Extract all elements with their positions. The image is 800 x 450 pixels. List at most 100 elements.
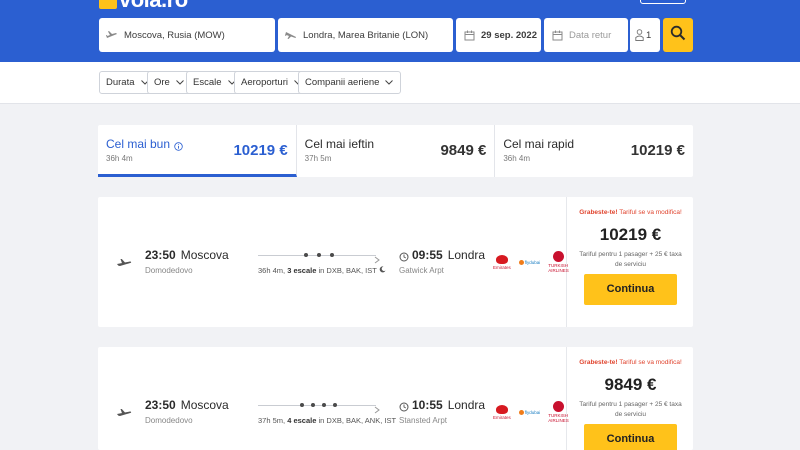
departure-date-field[interactable]: 29 sep. 2022: [456, 18, 541, 52]
departure-airport: Domodedovo: [145, 416, 193, 425]
plane-icon: [116, 255, 132, 267]
plane-depart-icon: [105, 28, 119, 42]
route-info: 37h 5m, 4 escale in DXB, BAK, ANK, IST: [258, 416, 396, 425]
departure-city: Moscova: [180, 248, 229, 262]
account-menu[interactable]: [640, 0, 686, 4]
arrival-city: Londra: [447, 248, 486, 262]
filter-label: Aeroporturi: [241, 77, 288, 88]
arrival-time: 10:55: [412, 398, 443, 412]
fare-note: Tariful pentru 1 pasager + 25 € taxa de …: [579, 401, 682, 418]
filters-bar: Durata Ore Escale Aeroporturi Companii a…: [0, 62, 800, 104]
plane-arrive-icon: [284, 28, 298, 42]
emirates-logo: Emirates: [493, 254, 511, 270]
fare-price: 9849 €: [604, 375, 657, 394]
plane-icon: [116, 405, 132, 417]
tab-title: Cel mai rapid: [503, 137, 575, 151]
tab-title: Cel mai ieftin: [304, 137, 375, 151]
route-line: [258, 248, 382, 264]
stops-count: 3 escale: [287, 266, 317, 275]
arrival-airport: Stansted Arpt: [399, 416, 448, 425]
flight-duration: 36h 4m,: [258, 266, 286, 275]
fare-warning: Grabeste-te! Tariful se va modifica!: [579, 209, 682, 216]
filter-label: Escale: [193, 77, 222, 88]
chevron-down-icon: [384, 78, 394, 88]
person-icon: [634, 28, 644, 42]
search-icon: [670, 25, 686, 46]
fare-warning: Grabeste-te! Tariful se va modifica!: [579, 359, 682, 366]
departure-time: 23:50: [145, 248, 176, 262]
flydubai-logo: flydubai: [518, 409, 540, 415]
stop-dot: [304, 253, 308, 257]
stop-dot: [300, 403, 304, 407]
route-info: 36h 4m, 3 escale in DXB, BAK, IST: [258, 266, 386, 275]
tab-fastest[interactable]: Cel mai rapid 36h 4m 10219 €: [495, 125, 693, 177]
passengers-count: 1: [646, 29, 652, 41]
sort-tabs: Cel mai bun 36h 4m 10219 € Cel mai iefti…: [98, 125, 693, 177]
arrival-city: Londra: [447, 398, 486, 412]
price-panel: Grabeste-te! Tariful se va modifica! 102…: [568, 197, 693, 327]
continue-button[interactable]: Continua: [584, 423, 677, 450]
turkish-airlines-logo: TURKISH AIRLINES: [548, 401, 569, 423]
arrow-right-icon: [374, 251, 382, 264]
flight-result-card[interactable]: 23:50 Moscova Domodedovo 36h 4m, 3 escale…: [98, 197, 693, 327]
vola-logo[interactable]: vola.ro: [99, 0, 188, 11]
return-date-field[interactable]: Data retur: [544, 18, 628, 52]
departure-city: Moscova: [180, 398, 229, 412]
flydubai-logo: flydubai: [518, 259, 540, 265]
chevron-down-icon: [175, 78, 185, 88]
destination-value: Londra, Marea Britanie (LON): [303, 29, 429, 41]
arrival: 10:55 Londra: [412, 398, 485, 412]
tab-price: 9849 €: [440, 142, 487, 159]
fare-price: 10219 €: [599, 225, 662, 244]
flight-details: 23:50 Moscova Domodedovo 36h 4m, 3 escale…: [98, 197, 569, 327]
search-button[interactable]: [663, 18, 693, 52]
stop-dot: [333, 403, 337, 407]
flight-details: 23:50 Moscova Domodedovo 37h 5m, 4 escale…: [98, 347, 569, 450]
flight-duration: 37h 5m,: [258, 416, 286, 425]
clock-icon: [399, 399, 409, 412]
flight-result-card[interactable]: 23:50 Moscova Domodedovo 37h 5m, 4 escale…: [98, 347, 693, 450]
passengers-field[interactable]: 1: [630, 18, 660, 52]
logo-mark-icon: [99, 0, 117, 9]
search-header: vola.ro Moscova, Rusia (MOW) Londra, Mar…: [0, 0, 800, 62]
continue-button[interactable]: Continua: [584, 273, 677, 305]
stops-via: in DXB, BAK, IST: [318, 266, 377, 275]
stop-dot: [322, 403, 326, 407]
tab-cheapest[interactable]: Cel mai ieftin 37h 5m 9849 €: [297, 125, 496, 177]
stops-via: in DXB, BAK, ANK, IST: [318, 416, 397, 425]
arrival-airport: Gatwick Arpt: [399, 266, 444, 275]
arrow-right-icon: [374, 401, 382, 414]
price-panel: Grabeste-te! Tariful se va modifica! 984…: [568, 347, 693, 450]
tab-price: 10219 €: [630, 142, 686, 159]
route-divider: [258, 405, 376, 406]
moon-icon: [379, 266, 386, 275]
info-icon[interactable]: [174, 140, 183, 151]
clock-icon: [399, 249, 409, 262]
stop-dot: [317, 253, 321, 257]
stop-dot: [330, 253, 334, 257]
filter-label: Durata: [106, 77, 135, 88]
calendar-icon: [550, 28, 564, 42]
origin-value: Moscova, Rusia (MOW): [124, 29, 225, 41]
tab-title: Cel mai bun: [106, 137, 171, 151]
departure-time: 23:50: [145, 398, 176, 412]
filter-label: Ore: [154, 77, 170, 88]
arrival-time: 09:55: [412, 248, 443, 262]
stop-dot: [311, 403, 315, 407]
airline-logos: Emirates flydubai TURKISH AIRLINES: [493, 401, 569, 423]
calendar-icon: [462, 28, 476, 42]
origin-field[interactable]: Moscova, Rusia (MOW): [99, 18, 275, 52]
arrival: 09:55 Londra: [412, 248, 485, 262]
return-date-placeholder: Data retur: [569, 29, 612, 41]
departure: 23:50 Moscova: [145, 398, 229, 412]
stops-count: 4 escale: [287, 416, 317, 425]
tab-best[interactable]: Cel mai bun 36h 4m 10219 €: [98, 125, 297, 177]
departure-date-value: 29 sep. 2022: [481, 29, 537, 41]
departure-airport: Domodedovo: [145, 266, 193, 275]
turkish-airlines-logo: TURKISH AIRLINES: [548, 251, 569, 273]
filter-airlines[interactable]: Companii aeriene: [298, 71, 402, 94]
filter-label: Companii aeriene: [305, 77, 380, 88]
emirates-logo: Emirates: [493, 404, 511, 420]
destination-field[interactable]: Londra, Marea Britanie (LON): [278, 18, 453, 52]
fare-note: Tariful pentru 1 pasager + 25 € taxa de …: [579, 251, 682, 268]
